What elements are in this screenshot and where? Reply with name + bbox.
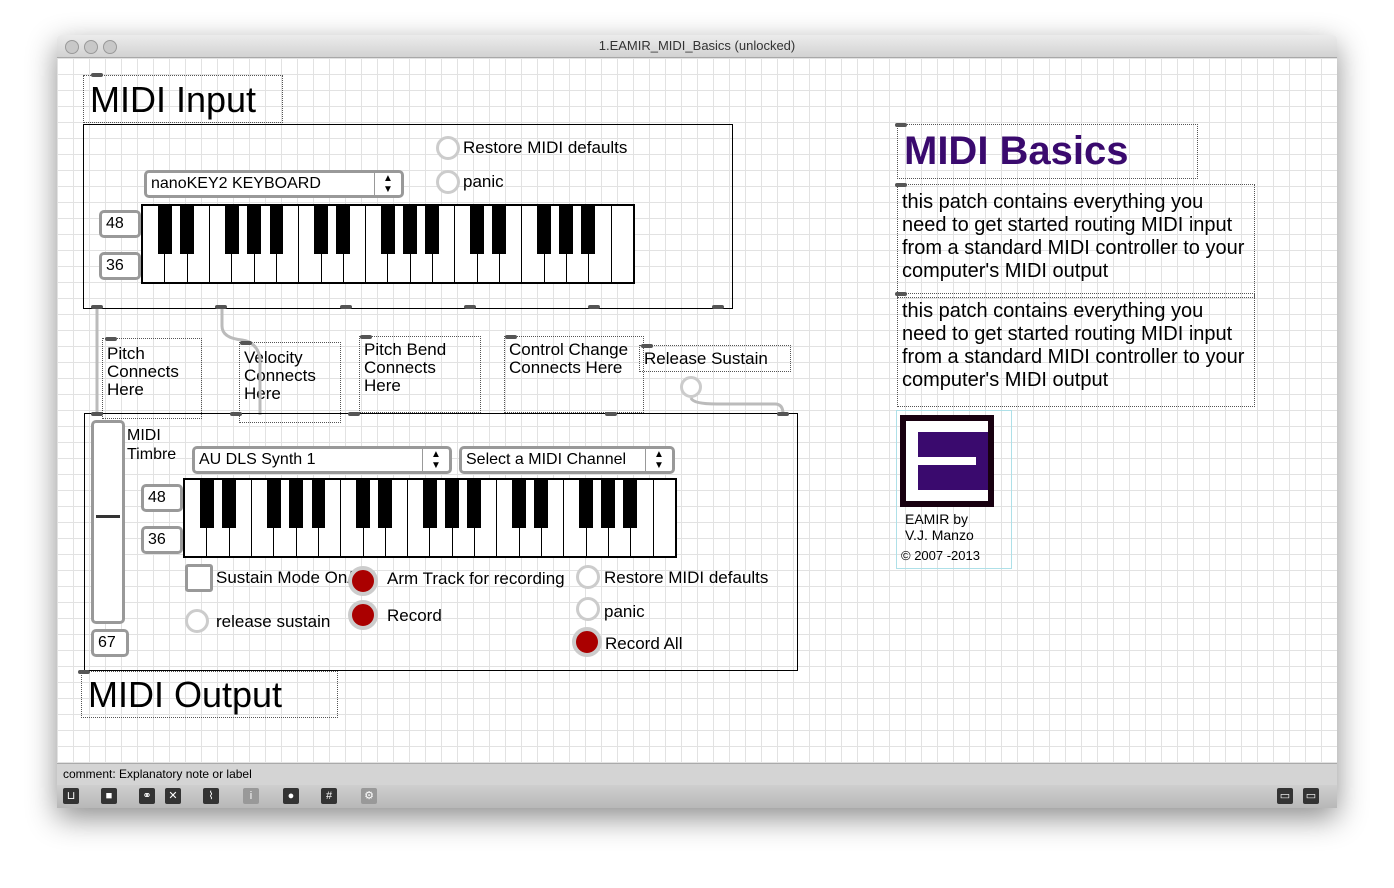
- patch-port[interactable]: [105, 337, 117, 341]
- minimize-button[interactable]: [84, 40, 98, 54]
- copyright: © 2007 -2013: [901, 548, 980, 563]
- grid-icon[interactable]: #: [321, 788, 337, 804]
- release-label: release sustain: [216, 612, 331, 631]
- synth-value: AU DLS Synth 1: [199, 451, 316, 468]
- synth-menu[interactable]: AU DLS Synth 1 ▲ ▼: [192, 446, 452, 474]
- toolbar: ⊔ ■ ⚭ ✕ ⌇ i ● # ⚙ ▭ ▭: [57, 785, 1337, 808]
- patch-port[interactable]: [712, 305, 724, 309]
- patch-port[interactable]: [215, 305, 227, 309]
- white-key[interactable]: [654, 480, 675, 556]
- record-all-label: Record All: [605, 634, 683, 653]
- logo-credit: EAMIR by V.J. Manzo: [905, 511, 974, 543]
- debug-icon[interactable]: ⚙: [361, 788, 377, 804]
- patch-port[interactable]: [895, 183, 907, 187]
- patch-port[interactable]: [605, 412, 617, 416]
- slider-value-box[interactable]: 67: [91, 629, 129, 657]
- patch-port[interactable]: [91, 73, 103, 77]
- description-comment-2[interactable]: this patch contains everything you need …: [897, 293, 1255, 407]
- number-box-bottom[interactable]: 36: [141, 526, 183, 554]
- record-button[interactable]: [348, 600, 378, 630]
- description-comment-1[interactable]: this patch contains everything you need …: [897, 184, 1255, 298]
- up-down-arrows-icon: ▲ ▼: [645, 449, 672, 471]
- patcher-canvas[interactable]: MIDI Input Restore MIDI defaults panic n…: [57, 58, 1337, 763]
- info-icon[interactable]: i: [243, 788, 259, 804]
- patch-port[interactable]: [240, 341, 252, 345]
- patch-port[interactable]: [895, 123, 907, 127]
- midi-timbre-label: MIDI Timbre: [127, 427, 177, 463]
- black-key[interactable]: [511, 480, 526, 528]
- panic-output-label: panic: [604, 602, 645, 621]
- presentation-icon[interactable]: ⌇: [203, 788, 219, 804]
- velocity-slider[interactable]: [91, 420, 125, 624]
- patch-port[interactable]: [91, 412, 103, 416]
- panic-output-button[interactable]: [576, 597, 600, 621]
- black-key[interactable]: [289, 480, 304, 528]
- eamir-logo-panel: EAMIR by V.J. Manzo © 2007 -2013: [896, 410, 1012, 569]
- record-label: Record: [387, 606, 442, 625]
- patch-port[interactable]: [895, 292, 907, 296]
- arm-label: Arm Track for recording: [387, 569, 565, 588]
- record-all-button[interactable]: [572, 627, 602, 657]
- patch-port[interactable]: [348, 412, 360, 416]
- presentation-view-icon[interactable]: ▭: [1303, 788, 1319, 804]
- black-key[interactable]: [200, 480, 214, 528]
- patch-port[interactable]: [777, 412, 789, 416]
- close-button[interactable]: [65, 40, 79, 54]
- patch-port[interactable]: [91, 305, 103, 309]
- patch-port[interactable]: [641, 344, 653, 348]
- patching-view-icon[interactable]: ▭: [1277, 788, 1293, 804]
- black-key[interactable]: [534, 480, 549, 528]
- arm-track-button[interactable]: [348, 566, 378, 596]
- patch-cord-icon[interactable]: ●: [283, 788, 299, 804]
- patch-port[interactable]: [505, 335, 517, 339]
- lock-icon[interactable]: ⊔: [63, 788, 79, 804]
- black-key[interactable]: [445, 480, 459, 528]
- eamir-logo: [900, 415, 994, 507]
- patch-port[interactable]: [340, 305, 352, 309]
- status-bar: comment: Explanatory note or label: [57, 763, 1337, 785]
- restore-defaults-output-button[interactable]: [576, 565, 600, 589]
- patch-port[interactable]: [230, 412, 242, 416]
- black-key[interactable]: [378, 480, 393, 528]
- zoom-button[interactable]: [103, 40, 117, 54]
- up-down-arrows-icon: ▲ ▼: [422, 449, 449, 471]
- output-keyboard[interactable]: [183, 478, 677, 558]
- title-bar: 1.EAMIR_MIDI_Basics (unlocked): [57, 35, 1337, 58]
- black-key[interactable]: [578, 480, 593, 528]
- black-key[interactable]: [266, 480, 281, 528]
- black-key[interactable]: [601, 480, 615, 528]
- midi-output-title[interactable]: MIDI Output: [81, 671, 338, 718]
- black-key[interactable]: [467, 480, 482, 528]
- black-key[interactable]: [311, 480, 326, 528]
- black-key[interactable]: [356, 480, 370, 528]
- new-object-icon[interactable]: ■: [101, 788, 117, 804]
- patch-port[interactable]: [360, 335, 372, 339]
- midi-channel-menu[interactable]: Select a MIDI Channel ▲ ▼: [459, 446, 675, 474]
- patch-port[interactable]: [464, 305, 476, 309]
- channel-value: Select a MIDI Channel: [466, 451, 627, 468]
- clear-icon[interactable]: ✕: [165, 788, 181, 804]
- patch-port[interactable]: [588, 305, 600, 309]
- sustain-toggle[interactable]: [185, 564, 213, 592]
- black-key[interactable]: [623, 480, 638, 528]
- binoculars-icon[interactable]: ⚭: [139, 788, 155, 804]
- midi-basics-title[interactable]: MIDI Basics: [897, 124, 1198, 179]
- black-key[interactable]: [422, 480, 437, 528]
- patch-port[interactable]: [78, 670, 90, 674]
- patch-cords: [95, 308, 785, 415]
- restore-defaults-output-label: Restore MIDI defaults: [604, 568, 769, 587]
- black-key[interactable]: [222, 480, 237, 528]
- patcher-window: 1.EAMIR_MIDI_Basics (unlocked) MIDI Inpu…: [57, 35, 1337, 808]
- number-box-top[interactable]: 48: [141, 484, 183, 512]
- slider-knob[interactable]: [96, 515, 120, 518]
- window-title: 1.EAMIR_MIDI_Basics (unlocked): [598, 38, 796, 53]
- release-sustain-output-button[interactable]: [185, 609, 209, 633]
